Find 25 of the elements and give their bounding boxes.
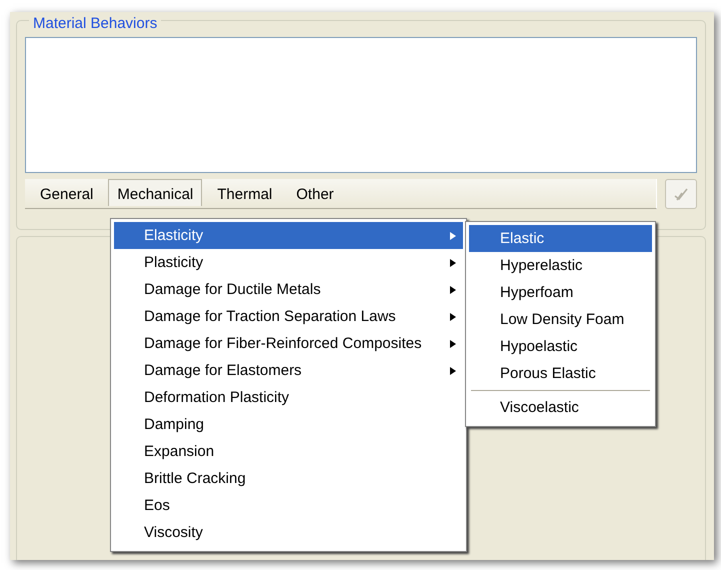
menu-item[interactable]: Viscoelastic [469, 394, 652, 421]
menu-item[interactable]: Hyperfoam [469, 279, 652, 306]
menu-item[interactable]: Brittle Cracking [114, 465, 463, 492]
menu-item[interactable]: Damping [114, 411, 463, 438]
menu-item[interactable]: Eos [114, 492, 463, 519]
menu-item[interactable]: Elastic [469, 225, 652, 252]
menu-item[interactable]: Elasticity [114, 222, 463, 249]
menu-item[interactable]: Damage for Traction Separation Laws [114, 303, 463, 330]
menu-item[interactable]: Porous Elastic [469, 360, 652, 387]
tab[interactable]: Other [287, 179, 343, 206]
menu-item[interactable]: Low Density Foam [469, 306, 652, 333]
menu-item[interactable]: Viscosity [114, 519, 463, 546]
menu-item[interactable]: Hyperelastic [469, 252, 652, 279]
menu-item[interactable]: Deformation Plasticity [114, 384, 463, 411]
menu-item[interactable]: Expansion [114, 438, 463, 465]
menu-item[interactable]: Damage for Elastomers [114, 357, 463, 384]
menu-item[interactable]: Hypoelastic [469, 333, 652, 360]
menu-item[interactable]: Damage for Ductile Metals [114, 276, 463, 303]
tab[interactable]: General [31, 179, 102, 206]
tick-icon [674, 187, 688, 201]
menu-item[interactable]: Plasticity [114, 249, 463, 276]
tab[interactable]: Mechanical [108, 179, 202, 206]
menu-item[interactable]: Damage for Fiber-Reinforced Composites [114, 330, 463, 357]
tab[interactable]: Thermal [208, 179, 282, 206]
list-box[interactable] [25, 37, 697, 173]
